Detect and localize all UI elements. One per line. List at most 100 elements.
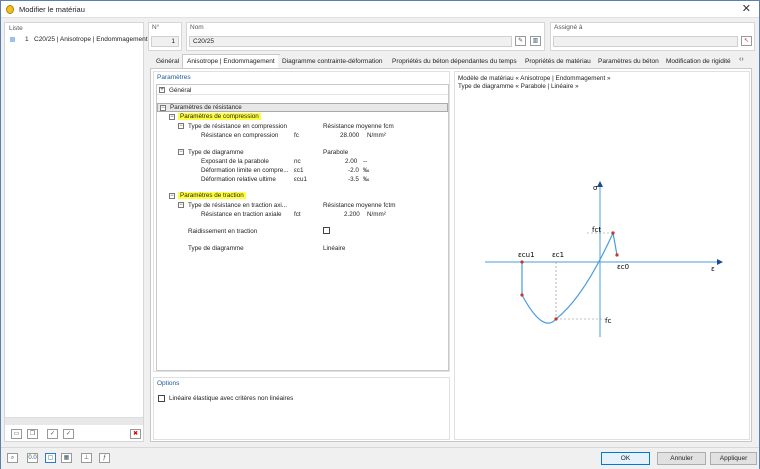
collapse-icon[interactable]: − [178,202,184,208]
check-icon[interactable]: ✓ [47,429,58,439]
list-item[interactable]: 1 C20/25 | Anisotrope | Endommagement [7,35,148,45]
assigned-field[interactable] [553,36,738,47]
new-material-icon[interactable]: ▭ [11,429,22,439]
linear-label: Linéaire élastique avec critères non lin… [169,395,294,402]
def-lim-label: Déformation limite en compre... [201,167,289,174]
name-field[interactable]: C20/25 [189,36,512,47]
assign-icon[interactable]: ↖ [741,36,752,46]
row-trac-res[interactable]: Résistance en traction axiale fct 2.200 … [157,210,448,219]
units-icon[interactable]: 0.0 [27,453,38,463]
parabola-curve [521,231,618,324]
trac-res-label: Résistance en traction axiale [201,211,282,218]
eps-label: ε [711,265,715,273]
tab-proprietes-temps[interactable]: Propriétés du béton dépendantes du temps [388,55,521,68]
sigma-arrow-icon [597,181,603,187]
pin-icon[interactable]: ⊥ [81,453,92,463]
exponent-label: Exposant de la parabole [201,158,269,165]
list-item-num: 1 [25,36,29,43]
axes [485,187,717,337]
row-general[interactable]: + Général [157,86,448,95]
name-label: Nom [190,24,204,31]
comp-res-value[interactable]: 28.000 [340,132,359,139]
function-icon[interactable]: ƒ [99,453,110,463]
cancel-button[interactable]: Annuler [657,452,706,465]
trac-type-value[interactable]: Résistance moyenne fctm [323,202,395,209]
tab-scroll-right-icon[interactable]: ‹› [739,56,744,63]
comp-res-label: Résistance en compression [201,132,279,139]
tab-general[interactable]: Général [152,55,184,68]
table-icon[interactable]: ▦ [61,453,72,463]
collapse-icon[interactable]: − [169,114,175,120]
row-comp-type[interactable]: − Type de résistance en compression Rési… [157,122,448,131]
sigma-label: σ [593,184,598,192]
bottom-toolbar: ⌕ 0.0 ▢ ▦ ⊥ ƒ OK Annuler Appliquer [1,447,759,469]
collapse-icon[interactable]: − [160,105,166,111]
tab-proprietes-materiau[interactable]: Propriétés de matériau [521,55,595,68]
assigned-label: Assigné à [554,24,583,31]
row-diagram-type-traction[interactable]: Type de diagramme Linéaire [157,244,448,253]
diag-type-value[interactable]: Parabole [323,149,348,156]
row-exponent[interactable]: Exposant de la parabole nc 2.00 -- [157,157,448,166]
row-trac-type[interactable]: − Type de résistance en traction axi... … [157,201,448,210]
trac-res-symbol: fct [294,211,301,218]
expand-icon[interactable]: + [159,87,165,93]
window-title: Modifier le matériau [19,5,85,14]
comp-type-label: Type de résistance en compression [188,123,288,130]
diag-type-label: Type de diagramme [188,149,244,156]
def-lim-unit: ‰ [363,167,370,174]
tab-content: Paramètres + Général − Paramètres de rés… [150,68,752,442]
fc-label: fc [605,317,611,325]
title-bar: Modifier le matériau ✕ [1,1,759,18]
diagram-panel: Modèle de matériau « Anisotrope | Endomm… [454,71,750,440]
collapse-icon[interactable]: − [178,149,184,155]
row-comp-res[interactable]: Résistance en compression fc 28.000 N/mm… [157,131,448,140]
diag2-type-value[interactable]: Linéaire [323,245,345,252]
number-panel: N° 1 [148,22,182,51]
options-panel: Options Linéaire élastique avec critères… [153,377,450,440]
diag2-type-label: Type de diagramme [188,245,244,252]
def-ult-symbol: εcu1 [294,176,307,183]
exponent-symbol: nc [294,158,301,165]
row-raidissement[interactable]: Raidissement en traction [157,227,448,236]
copy-icon[interactable]: ❐ [27,429,38,439]
check-all-icon[interactable]: ✓ [63,429,74,439]
view-icon[interactable]: ▢ [45,453,56,463]
list-scrollbar[interactable] [5,417,143,425]
tab-anisotrope[interactable]: Anisotrope | Endommagement [182,54,280,68]
library-icon[interactable]: ▥ [530,36,541,46]
delete-icon[interactable]: ✖ [130,429,141,439]
number-field[interactable]: 1 [151,36,179,47]
row-resistance[interactable]: − Paramètres de résistance [157,103,448,112]
raidissement-label: Raidissement en traction [188,228,258,235]
tab-diagramme[interactable]: Diagramme contrainte-déformation [278,55,387,68]
name-panel: Nom C20/25 ✎ ▥ [186,22,545,51]
tab-modification-rigidite[interactable]: Modification de rigidité [662,55,735,68]
exponent-value[interactable]: 2.00 [345,158,357,165]
list-panel: Liste 1 C20/25 | Anisotrope | Endommagem… [4,22,148,442]
linear-checkbox[interactable] [158,395,165,402]
params-title: Paramètres [157,74,191,81]
row-compression[interactable]: − Paramètres de compression [157,113,448,122]
eps-arrow-icon [717,259,723,265]
row-traction[interactable]: − Paramètres de traction [157,192,448,201]
def-ult-value[interactable]: -3.5 [348,176,359,183]
ec0-label: εc0 [617,263,629,271]
ok-button[interactable]: OK [601,452,650,465]
def-lim-value[interactable]: -2.0 [348,167,359,174]
options-title: Options [157,380,180,387]
raidissement-checkbox[interactable] [323,227,330,234]
comp-type-value[interactable]: Résistance moyenne fcm [323,123,394,130]
search-icon[interactable]: ⌕ [7,453,18,463]
edit-icon[interactable]: ✎ [515,36,526,46]
tab-parametres-beton[interactable]: Paramètres du béton [594,55,663,68]
row-diagram-type[interactable]: − Type de diagramme Parabole [157,148,448,157]
row-def-ult[interactable]: Déformation relative ultime εcu1 -3.5 ‰ [157,175,448,184]
trac-res-value[interactable]: 2.200 [344,211,360,218]
collapse-icon[interactable]: − [178,123,184,129]
close-icon[interactable]: ✕ [742,2,751,15]
collapse-icon[interactable]: − [169,193,175,199]
apply-button[interactable]: Appliquer [710,452,757,465]
dialog-window: Modifier le matériau ✕ Liste 1 C20/25 | … [0,0,760,469]
row-def-lim[interactable]: Déformation limite en compre... εc1 -2.0… [157,166,448,175]
assigned-panel: Assigné à ↖ [550,22,755,51]
